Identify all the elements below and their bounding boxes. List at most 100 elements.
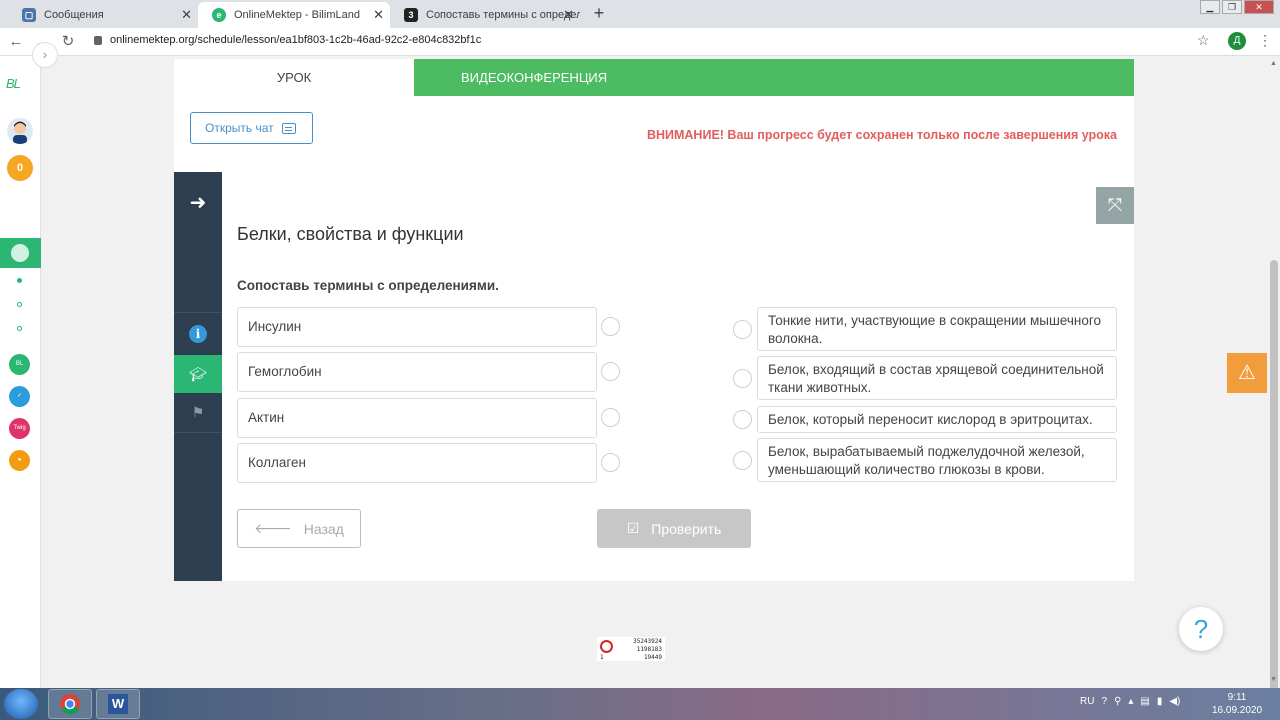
close-tab-icon[interactable]: ✕ (373, 7, 384, 23)
term-connector[interactable] (601, 408, 620, 427)
open-chat-button[interactable]: Открыть чат (190, 112, 313, 144)
language-indicator[interactable]: RU (1080, 696, 1094, 707)
browser-tab-exercise[interactable]: 3 Сопоставь термины с определе ✕ (390, 2, 580, 28)
chrome-taskbar-icon[interactable] (48, 689, 92, 719)
exercise-button[interactable]: 🎓︎ (174, 355, 222, 393)
user-avatar[interactable] (7, 118, 33, 144)
definition-item[interactable]: Белок, входящий в состав хрящевой соедин… (757, 356, 1117, 400)
tab-videoconference[interactable]: ВИДЕОКОНФЕРЕНЦИЯ (414, 59, 1134, 96)
page-icon: 3 (404, 8, 418, 22)
sidebar-dot[interactable] (17, 326, 22, 331)
menu-kebab-icon[interactable]: ⋮ (1258, 32, 1272, 49)
expand-icon: ⤧ (1107, 195, 1123, 215)
counter-value: 19449 (643, 654, 662, 661)
warning-triangle-icon: ⚠ (1238, 362, 1256, 384)
system-clock[interactable]: 9:11 16.09.2020 (1212, 691, 1262, 717)
bilimland-logo[interactable]: BL (6, 76, 21, 91)
open-chat-label: Открыть чат (205, 121, 274, 135)
sidebar-dot-active[interactable] (17, 278, 22, 283)
visit-counter[interactable]: 35243924 1198183 19449 1 (597, 637, 665, 661)
pin-tray-icon[interactable]: ⚲ (1114, 696, 1121, 707)
page-scrollbar[interactable]: ▲ ▼ (1268, 56, 1280, 720)
scrollbar-thumb[interactable] (1270, 260, 1278, 720)
minimize-button[interactable]: ▁ (1200, 0, 1220, 14)
definition-connector[interactable] (733, 369, 752, 388)
lesson-title: Белки, свойства и функции (237, 224, 464, 244)
definition-item[interactable]: Белок, который переносит кислород в эрит… (757, 406, 1117, 433)
divider (174, 432, 222, 433)
lesson-toolbar: Открыть чат ВНИМАНИЕ! Ваш прогресс будет… (174, 96, 1134, 172)
browser-tab-messages[interactable]: ▢ Сообщения ✕ (8, 2, 198, 28)
close-window-button[interactable]: ✕ (1244, 0, 1274, 14)
tab-title: Сопоставь термины с определе (426, 9, 580, 21)
signal-tray-icon[interactable]: ▮ (1157, 696, 1163, 707)
report-problem-button[interactable]: ⚠ (1227, 353, 1267, 393)
lock-icon (94, 35, 102, 45)
arrow-right-icon[interactable]: ➜ (174, 186, 222, 220)
info-button[interactable]: i (174, 315, 222, 353)
scroll-up-icon[interactable]: ▲ (1270, 60, 1277, 67)
help-button[interactable]: ? (1179, 607, 1223, 651)
os-taskbar: W RU ? ⚲ ▴ ▤ ▮ ◀) 9:11 16.09.2020 (0, 688, 1280, 720)
term-connector[interactable] (601, 453, 620, 472)
sidebar-item-lessons[interactable] (0, 238, 41, 268)
twig-app-icon[interactable]: Twig (9, 418, 30, 439)
info-icon: i (189, 325, 207, 343)
imektep-app-icon[interactable]: ● (9, 450, 30, 471)
checklist-app-icon[interactable]: ✓ (9, 386, 30, 407)
chat-icon (281, 122, 296, 134)
sidebar-dot[interactable] (17, 302, 22, 307)
lessons-icon (11, 244, 29, 262)
vk-icon: ▢ (22, 8, 36, 22)
volume-tray-icon[interactable]: ◀) (1169, 696, 1180, 707)
browser-tab-bar: ▢ Сообщения ✕ e OnlineMektep - BilimLand… (0, 0, 1280, 28)
window-controls: ▁ ❐ ✕ (1200, 0, 1274, 14)
back-button[interactable]: 🡐 Назад (237, 509, 361, 548)
bilimland-app-icon[interactable]: BL (9, 354, 30, 375)
bookmark-star-icon[interactable]: ☆ (1197, 32, 1210, 49)
network-tray-icon[interactable]: ▤ (1140, 696, 1149, 707)
definition-connector[interactable] (733, 410, 752, 429)
definition-item[interactable]: Тонкие нити, участвующие в сокращении мы… (757, 307, 1117, 351)
clock-date: 16.09.2020 (1212, 705, 1263, 716)
expand-sidebar-button[interactable]: › (32, 42, 58, 68)
close-tab-icon[interactable]: ✕ (181, 7, 192, 23)
term-actin[interactable]: Актин (237, 398, 597, 438)
browser-tab-onlinemektep[interactable]: e OnlineMektep - BilimLand ✕ (198, 2, 390, 28)
back-arrow-icon[interactable]: ← (6, 32, 26, 52)
definition-connector[interactable] (733, 320, 752, 339)
help-tray-icon[interactable]: ? (1101, 696, 1107, 707)
definition-item[interactable]: Белок, вырабатываемый поджелудочной желе… (757, 438, 1117, 482)
tab-title: OnlineMektep - BilimLand (234, 9, 360, 21)
profile-avatar[interactable]: Д (1228, 32, 1246, 50)
term-connector[interactable] (601, 362, 620, 381)
reload-icon[interactable]: ↻ (58, 32, 78, 52)
fullscreen-button[interactable]: ⤧ (1096, 187, 1134, 224)
term-hemoglobin[interactable]: Гемоглобин (237, 352, 597, 392)
address-bar: ← → ↻ onlinemektep.org/schedule/lesson/e… (0, 28, 1280, 56)
maximize-button[interactable]: ❐ (1222, 0, 1242, 14)
url-text: onlinemektep.org/schedule/lesson/ea1bf80… (110, 34, 482, 46)
word-taskbar-icon[interactable]: W (96, 689, 140, 719)
back-label: Назад (303, 520, 344, 537)
term-insulin[interactable]: Инсулин (237, 307, 597, 347)
coins-badge[interactable]: 0 (7, 155, 33, 181)
tab-title: Сообщения (44, 9, 104, 21)
new-tab-button[interactable]: + (588, 4, 610, 24)
term-collagen[interactable]: Коллаген (237, 443, 597, 483)
start-button[interactable] (4, 689, 38, 719)
check-button[interactable]: ☑ Проверить (597, 509, 751, 548)
show-hidden-icon[interactable]: ▴ (1128, 696, 1133, 707)
check-label: Проверить (651, 520, 722, 537)
finish-button[interactable]: ⚑ (174, 393, 222, 431)
progress-warning: ВНИМАНИЕ! Ваш прогресс будет сохранен то… (646, 128, 1117, 142)
tab-lesson[interactable]: УРОК (174, 59, 414, 96)
close-tab-icon[interactable]: ✕ (563, 7, 574, 23)
counter-logo-icon (600, 640, 613, 653)
url-field[interactable]: onlinemektep.org/schedule/lesson/ea1bf80… (94, 34, 481, 46)
lesson-tabs: УРОК ВИДЕОКОНФЕРЕНЦИЯ (174, 59, 1134, 96)
definition-connector[interactable] (733, 451, 752, 470)
checkbox-icon: ☑ (626, 520, 640, 536)
scroll-down-icon[interactable]: ▼ (1270, 676, 1277, 683)
term-connector[interactable] (601, 317, 620, 336)
